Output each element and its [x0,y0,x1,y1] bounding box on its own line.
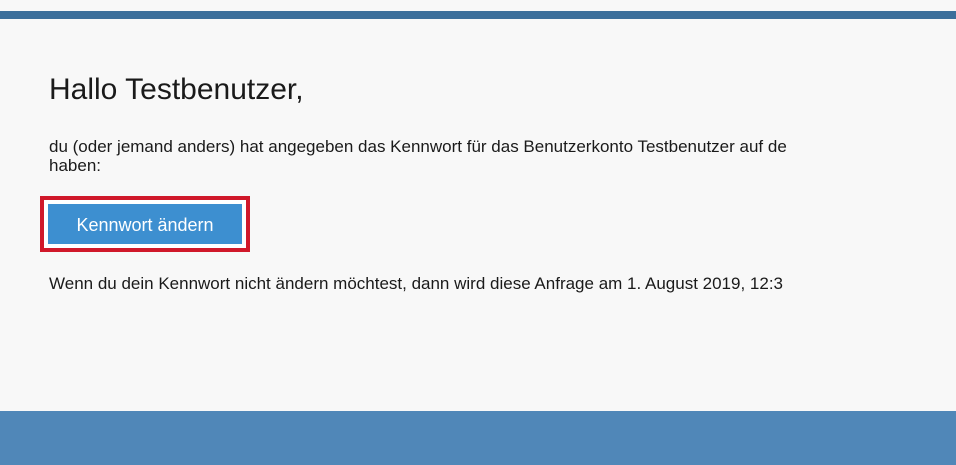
email-body: Hallo Testbenutzer, du (oder jemand ande… [49,68,956,175]
email-page: Hallo Testbenutzer, du (oder jemand ande… [0,0,956,465]
footer-bar [0,411,956,465]
intro-text: du (oder jemand anders) hat angegeben da… [49,137,956,175]
change-password-button[interactable]: Kennwort ändern [48,204,242,244]
greeting-heading: Hallo Testbenutzer, [49,73,304,106]
intro-line-2: haben: [49,156,101,175]
intro-line-1: du (oder jemand anders) hat angegeben da… [49,137,787,156]
expiry-note: Wenn du dein Kennwort nicht ändern möcht… [49,274,783,293]
header-bar [0,11,956,19]
